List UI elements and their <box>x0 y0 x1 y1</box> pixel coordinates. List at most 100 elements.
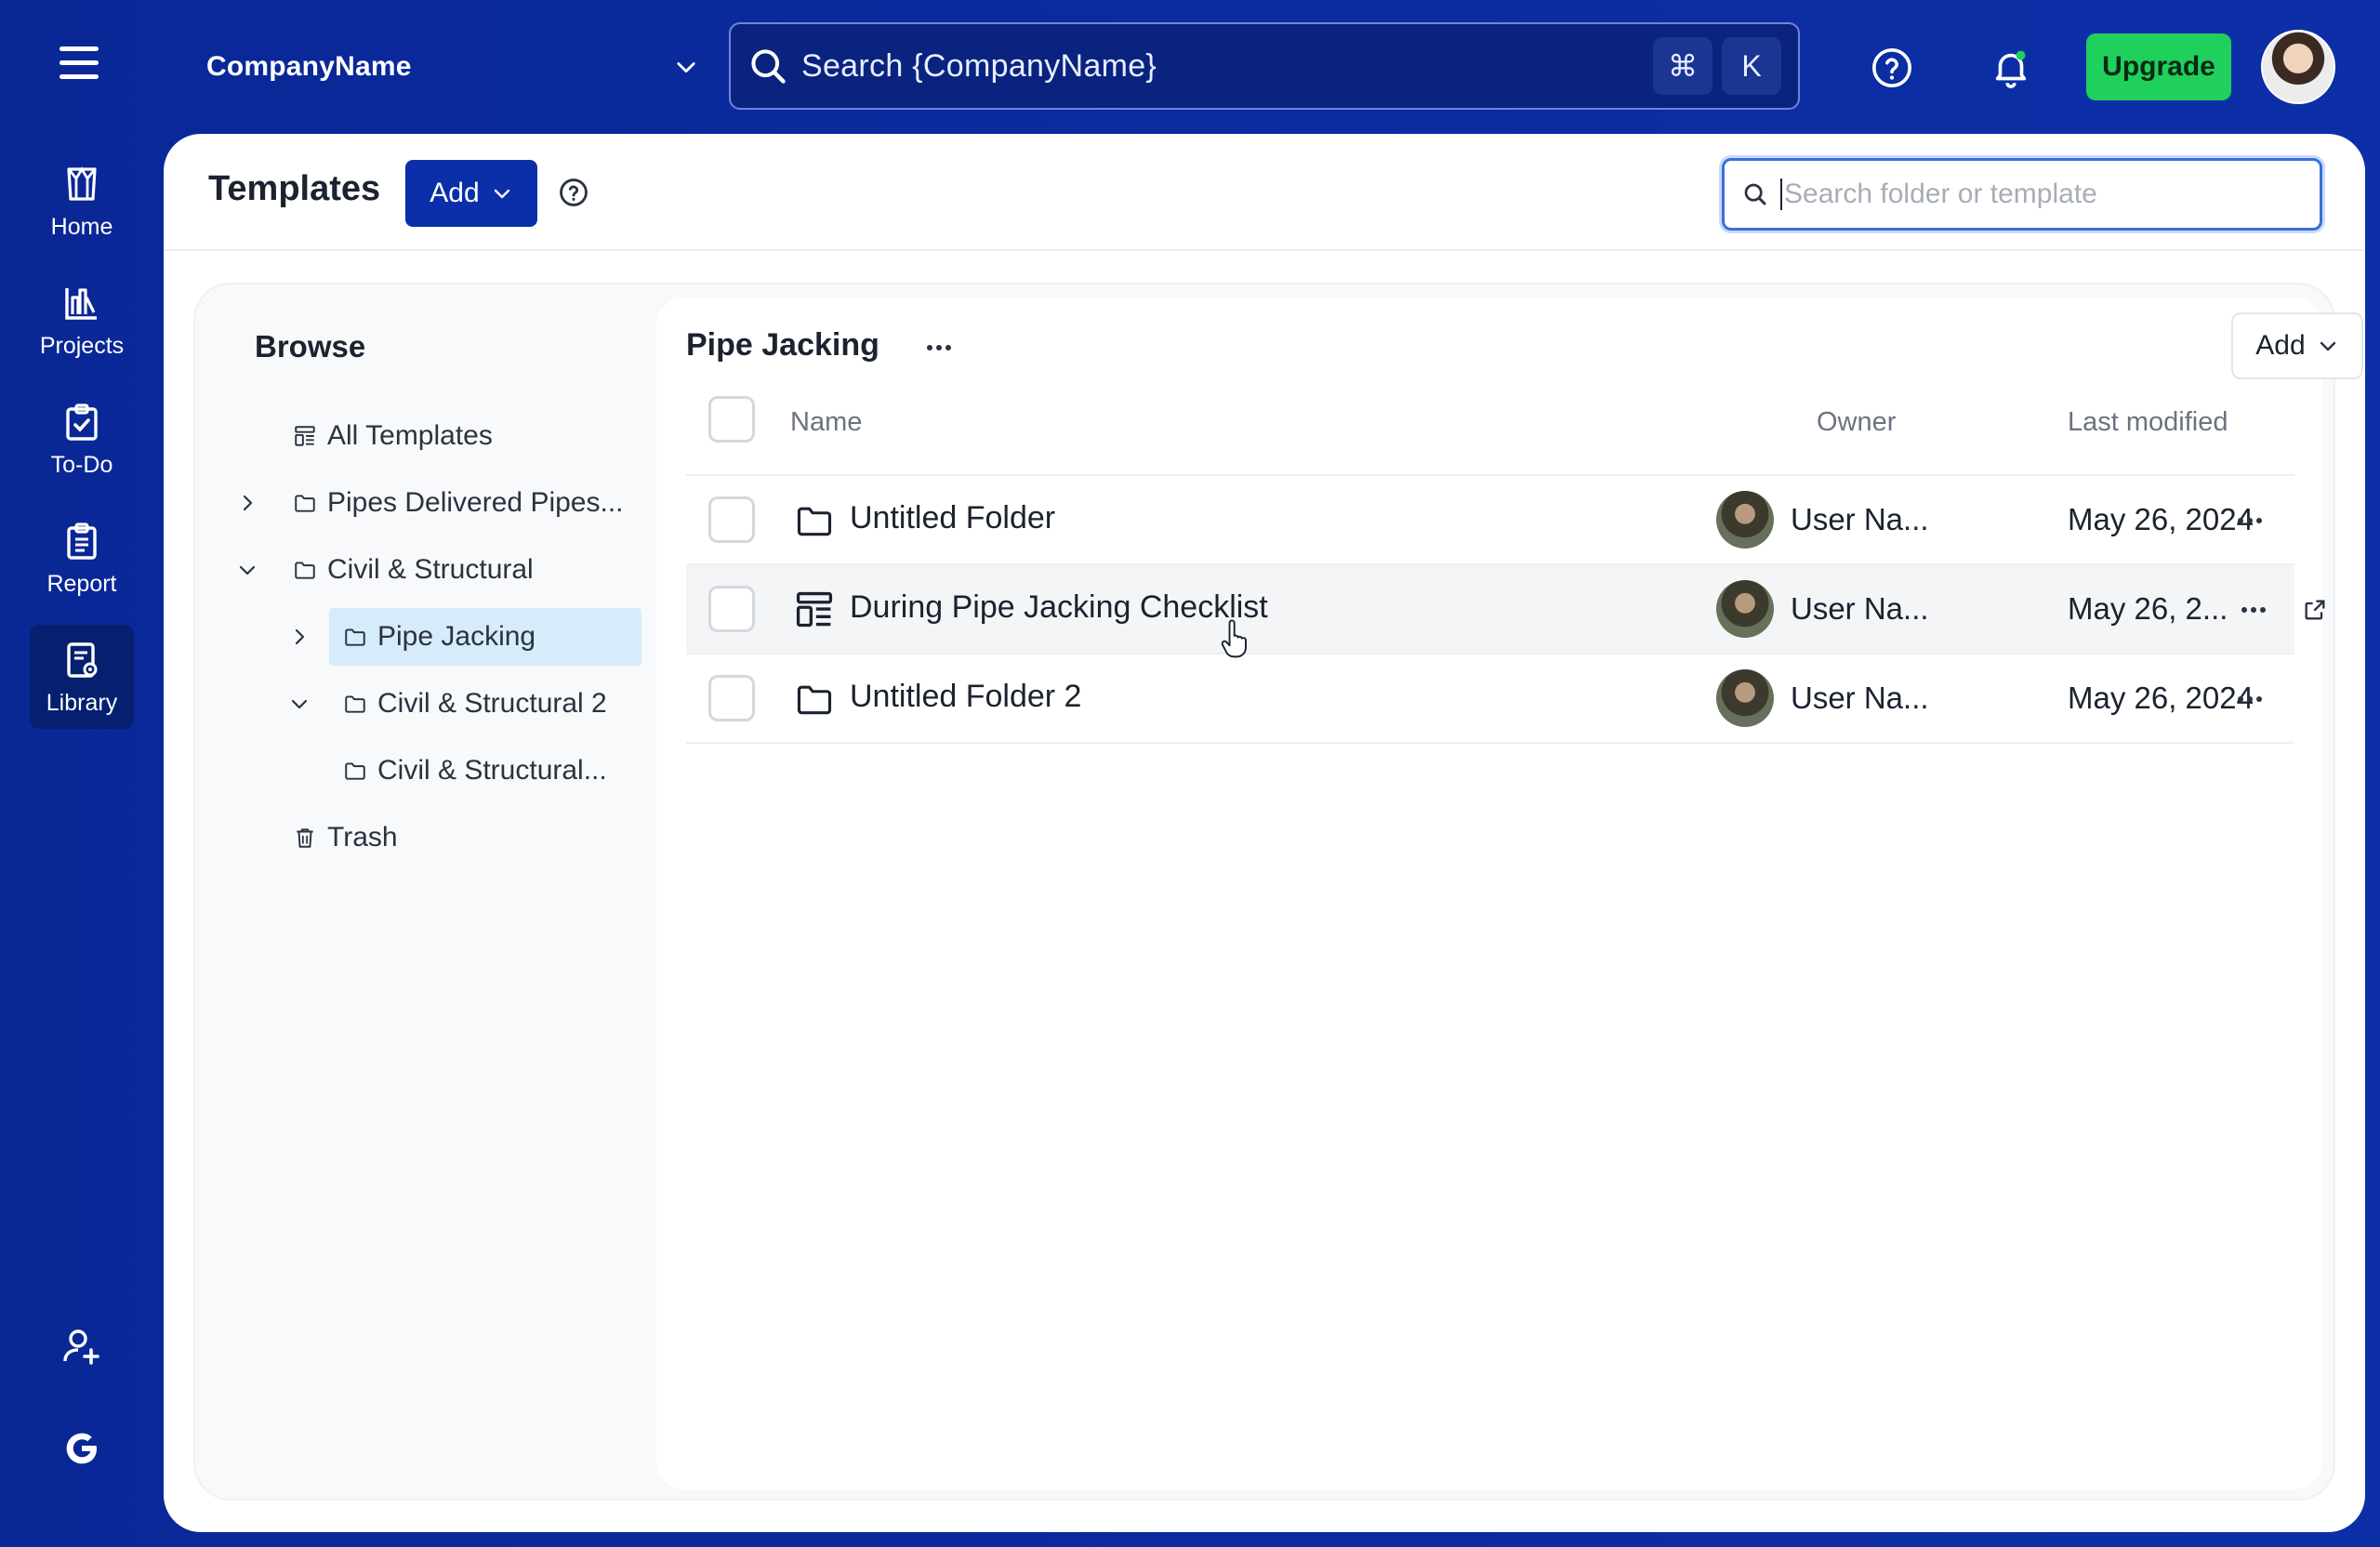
table-row[interactable]: During Pipe Jacking Checklist User Na...… <box>686 565 2325 653</box>
row-checkbox[interactable] <box>708 675 755 721</box>
chevron-right-icon[interactable] <box>234 490 260 516</box>
tree-item-label: Pipes Delivered Pipes... <box>327 487 624 518</box>
content-card: Browse All Templates Pipes Delivered Pip… <box>193 283 2363 1501</box>
row-name[interactable]: During Pipe Jacking Checklist <box>850 589 1268 626</box>
todo-icon <box>66 403 98 441</box>
hand-cursor-icon <box>1221 619 1247 658</box>
folder-icon <box>342 624 368 650</box>
add-item-label: Add <box>2255 330 2306 361</box>
projects-icon <box>65 287 97 320</box>
hamburger-menu-icon[interactable] <box>56 46 108 87</box>
row-checkbox[interactable] <box>708 586 755 632</box>
templates-icon <box>292 423 318 449</box>
row-name[interactable]: Untitled Folder 2 <box>850 679 1081 715</box>
tree-item-label: Trash <box>327 822 398 853</box>
tree-item-label: Civil & Structural <box>327 554 534 585</box>
table-row[interactable]: Untitled Folder 2 User Na... May 26, 202… <box>686 654 2294 742</box>
add-template-label: Add <box>430 178 480 208</box>
global-search-input[interactable]: Search {CompanyName} ⌘ K <box>729 22 1800 110</box>
tree-item-pipe-jacking[interactable]: Pipe Jacking <box>329 608 641 666</box>
browse-title: Browse <box>255 329 366 364</box>
page-header: Templates Add <box>164 134 2365 251</box>
column-header-name[interactable]: Name <box>790 407 862 438</box>
report-icon <box>67 522 97 560</box>
tree-item-civil-structural-2[interactable]: Civil & Structural 2 <box>286 675 607 733</box>
row-more-icon[interactable] <box>2229 502 2270 539</box>
row-more-icon[interactable] <box>2233 591 2274 628</box>
nav-library[interactable]: Library <box>30 625 134 729</box>
nav-projects[interactable]: Projects <box>30 268 134 372</box>
global-search-placeholder: Search {CompanyName} <box>801 47 1157 84</box>
owner-avatar <box>1716 669 1774 727</box>
tree-item-trash[interactable]: Trash <box>292 809 398 866</box>
open-external-icon[interactable] <box>2296 591 2334 628</box>
library-icon <box>67 641 98 678</box>
tree-item-civil-structural-sub[interactable]: Civil & Structural... <box>342 742 607 800</box>
row-checkbox[interactable] <box>708 496 755 543</box>
tree-item-label: Civil & Structural 2 <box>377 688 607 719</box>
owner-avatar <box>1716 491 1774 549</box>
select-all-checkbox[interactable] <box>708 396 755 443</box>
nav-todo[interactable]: To-Do <box>30 387 134 491</box>
owner-avatar <box>1716 580 1774 638</box>
chevron-down-icon[interactable] <box>286 691 312 717</box>
row-name[interactable]: Untitled Folder <box>850 500 1055 536</box>
company-switcher[interactable]: CompanyName <box>206 37 699 97</box>
nav-projects-label: Projects <box>39 332 125 359</box>
tree-item-label: Pipe Jacking <box>377 621 536 652</box>
add-template-button[interactable]: Add <box>405 160 537 227</box>
nav-library-label: Library <box>46 689 118 716</box>
tree-item-all-templates[interactable]: All Templates <box>292 407 493 465</box>
notification-bell-icon[interactable] <box>1984 41 2038 95</box>
search-icon <box>1744 183 1766 205</box>
folder-icon <box>292 490 318 516</box>
row-last-modified: May 26, 2024 <box>2068 681 2254 715</box>
trash-icon <box>292 825 318 851</box>
column-header-last-modified[interactable]: Last modified <box>2068 407 2228 438</box>
home-icon <box>67 165 97 201</box>
template-icon <box>796 591 833 628</box>
user-avatar[interactable] <box>2261 30 2335 104</box>
row-owner: User Na... <box>1791 681 1929 715</box>
template-list-panel: Pipe Jacking Add Name Owner Last modifie… <box>656 298 2363 1489</box>
page-title: Templates <box>208 169 381 208</box>
nav-home[interactable]: Home <box>30 149 134 253</box>
row-owner: User Na... <box>1791 591 1929 626</box>
tree-item-label: All Templates <box>327 420 493 451</box>
main-panel: Templates Add Browse All Templates Pipes… <box>164 134 2365 1532</box>
chevron-down-icon <box>494 189 509 199</box>
folder-icon <box>292 557 318 583</box>
upgrade-button[interactable]: Upgrade <box>2086 33 2231 100</box>
row-more-icon[interactable] <box>2229 681 2270 718</box>
folder-icon <box>342 758 368 784</box>
help-icon[interactable] <box>1865 41 1919 95</box>
add-item-button[interactable]: Add <box>2231 312 2363 379</box>
template-search-input[interactable] <box>1780 178 2320 210</box>
chevron-down-icon <box>677 62 695 73</box>
folder-icon <box>797 507 832 536</box>
folder-icon <box>797 685 832 715</box>
nav-report-label: Report <box>46 570 117 597</box>
column-header-owner[interactable]: Owner <box>1817 407 1896 438</box>
command-key-badge: ⌘ <box>1653 37 1712 95</box>
tree-item-civil-structural[interactable]: Civil & Structural <box>234 541 534 599</box>
tree-item-label: Civil & Structural... <box>377 755 607 786</box>
nav-todo-label: To-Do <box>50 451 113 478</box>
row-last-modified: May 26, 2024 <box>2068 502 2254 536</box>
table-row[interactable]: Untitled Folder User Na... May 26, 2024 <box>686 476 2294 563</box>
company-name: CompanyName <box>206 51 412 82</box>
folder-more-icon[interactable] <box>917 325 961 370</box>
row-owner: User Na... <box>1791 502 1929 536</box>
nav-report[interactable]: Report <box>30 506 134 610</box>
chevron-down-icon[interactable] <box>234 557 260 583</box>
folder-title: Pipe Jacking <box>686 327 879 363</box>
chevron-right-icon[interactable] <box>286 624 312 650</box>
chevron-down-icon <box>2320 341 2335 351</box>
k-key-badge: K <box>1722 37 1781 95</box>
templates-help-icon[interactable] <box>558 177 589 208</box>
google-icon[interactable] <box>58 1424 106 1473</box>
template-search-field[interactable] <box>1722 158 2322 231</box>
tree-item-pipes-delivered[interactable]: Pipes Delivered Pipes... <box>234 474 624 532</box>
add-user-icon[interactable] <box>58 1322 106 1370</box>
row-last-modified: May 26, 2... <box>2068 591 2228 626</box>
